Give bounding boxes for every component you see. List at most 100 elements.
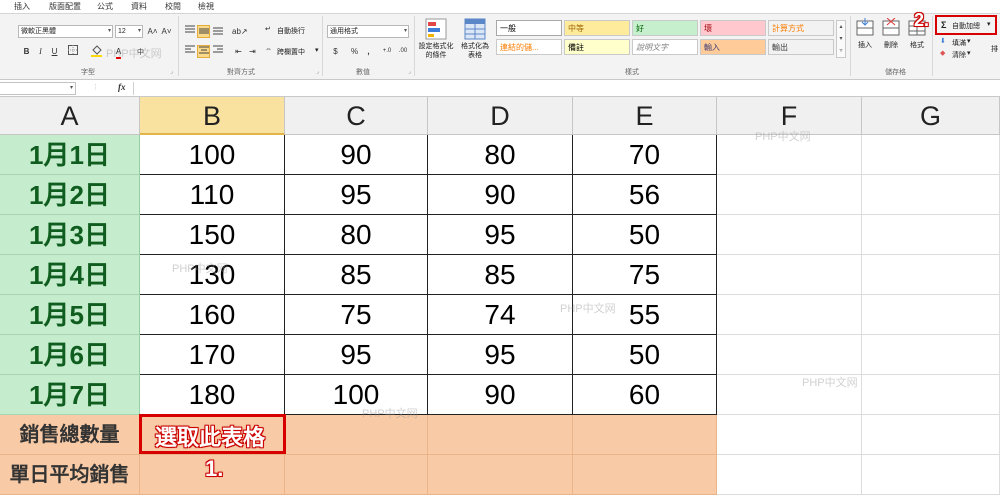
value-cell[interactable]: 70 [573, 135, 717, 175]
number-format-select[interactable]: 通用格式 ▾ [327, 25, 409, 38]
empty-cell[interactable] [862, 455, 1000, 495]
value-cell[interactable]: 180 [140, 375, 285, 415]
shrink-font-button[interactable]: A˅ [160, 25, 173, 38]
align-center-button[interactable] [197, 45, 210, 58]
gallery-scroll[interactable]: ▴ ▾ ▿ [836, 20, 846, 58]
number-dialog-launcher-icon[interactable]: ⌟ [408, 68, 411, 75]
empty-cell[interactable] [862, 175, 1000, 215]
summary-value-cell[interactable] [428, 455, 573, 495]
value-cell[interactable]: 160 [140, 295, 285, 335]
cell-style-6[interactable]: 備註 [564, 39, 630, 55]
value-cell[interactable]: 50 [573, 215, 717, 255]
empty-cell[interactable] [862, 135, 1000, 175]
empty-cell[interactable] [862, 255, 1000, 295]
value-cell[interactable]: 55 [573, 295, 717, 335]
value-cell[interactable]: 150 [140, 215, 285, 255]
value-cell[interactable]: 90 [428, 375, 573, 415]
fill-button[interactable]: ⬇ 填滿 ▾ [940, 37, 990, 48]
column-header-a[interactable]: A [0, 97, 140, 135]
empty-cell[interactable] [862, 375, 1000, 415]
empty-cell[interactable] [717, 295, 862, 335]
value-cell[interactable]: 100 [140, 135, 285, 175]
value-cell[interactable]: 90 [428, 175, 573, 215]
date-cell[interactable]: 1月1日 [0, 135, 140, 175]
underline-button[interactable]: U [48, 45, 61, 58]
value-cell[interactable]: 95 [285, 335, 428, 375]
date-cell[interactable]: 1月2日 [0, 175, 140, 215]
empty-cell[interactable] [717, 375, 862, 415]
alignment-dialog-launcher-icon[interactable]: ⌟ [316, 68, 319, 75]
summary-value-cell[interactable] [285, 455, 428, 495]
increase-decimal-button[interactable]: +.0 [380, 45, 394, 58]
align-right-button[interactable] [211, 45, 224, 58]
value-cell[interactable]: 60 [573, 375, 717, 415]
comma-button[interactable]: , [362, 45, 375, 58]
summary-value-cell[interactable] [428, 415, 573, 455]
summary-value-cell[interactable] [285, 415, 428, 455]
empty-cell[interactable] [862, 295, 1000, 335]
column-header-d[interactable]: D [428, 97, 573, 135]
decrease-indent-button[interactable]: ⇤ [232, 45, 245, 58]
value-cell[interactable]: 74 [428, 295, 573, 335]
value-cell[interactable]: 75 [573, 255, 717, 295]
empty-cell[interactable] [862, 415, 1000, 455]
empty-cell[interactable] [717, 335, 862, 375]
cell-style-2[interactable]: 好 [632, 20, 698, 36]
empty-cell[interactable] [862, 215, 1000, 255]
cell-style-5[interactable]: 連結的儲... [496, 39, 562, 55]
value-cell[interactable]: 85 [285, 255, 428, 295]
value-cell[interactable]: 80 [428, 135, 573, 175]
formula-input[interactable] [133, 82, 1000, 95]
value-cell[interactable]: 100 [285, 375, 428, 415]
empty-cell[interactable] [717, 255, 862, 295]
column-header-f[interactable]: F [717, 97, 862, 135]
cell-style-1[interactable]: 中等 [564, 20, 630, 36]
date-cell[interactable]: 1月5日 [0, 295, 140, 335]
sort-filter-partial-label[interactable]: 排 [991, 44, 998, 54]
date-cell[interactable]: 1月3日 [0, 215, 140, 255]
insert-cells-button[interactable]: 插入 [854, 18, 876, 58]
cell-style-0[interactable]: 一般 [496, 20, 562, 36]
column-header-c[interactable]: C [285, 97, 428, 135]
tab-formulas[interactable]: 公式 [97, 1, 113, 12]
column-header-e[interactable]: E [573, 97, 717, 135]
empty-cell[interactable] [717, 215, 862, 255]
value-cell[interactable]: 130 [140, 255, 285, 295]
font-dialog-launcher-icon[interactable]: ⌟ [170, 68, 173, 75]
value-cell[interactable]: 90 [285, 135, 428, 175]
font-size-select[interactable]: 12 ▾ [115, 25, 143, 38]
align-left-button[interactable] [183, 45, 196, 58]
name-box[interactable]: ▾ [0, 82, 76, 95]
bold-button[interactable]: B [20, 45, 33, 58]
tab-page-layout[interactable]: 版面配置 [49, 1, 81, 12]
summary-label-cell[interactable]: 銷售總數量 [0, 415, 140, 455]
font-color-button[interactable]: A [112, 45, 125, 59]
phonetic-button[interactable]: 中 [134, 45, 147, 58]
fill-color-button[interactable] [90, 45, 103, 58]
cell-style-8[interactable]: 輸入 [700, 39, 766, 55]
cell-style-7[interactable]: 說明文字 [632, 39, 698, 55]
tab-insert[interactable]: 插入 [14, 1, 30, 12]
value-cell[interactable]: 50 [573, 335, 717, 375]
delete-cells-button[interactable]: 刪除 [880, 18, 902, 58]
date-cell[interactable]: 1月7日 [0, 375, 140, 415]
summary-label-cell[interactable]: 單日平均銷售 [0, 455, 140, 495]
tab-review[interactable]: 校閱 [165, 1, 181, 12]
empty-cell[interactable] [717, 415, 862, 455]
empty-cell[interactable] [717, 455, 862, 495]
cell-style-4[interactable]: 計算方式 [768, 20, 834, 36]
fx-icon[interactable]: fx [118, 82, 126, 92]
empty-cell[interactable] [717, 175, 862, 215]
decrease-decimal-button[interactable]: .00 [396, 45, 410, 58]
cell-style-3[interactable]: 壞 [700, 20, 766, 36]
empty-cell[interactable] [717, 135, 862, 175]
value-cell[interactable]: 170 [140, 335, 285, 375]
value-cell[interactable]: 80 [285, 215, 428, 255]
value-cell[interactable]: 110 [140, 175, 285, 215]
align-bottom-button[interactable] [211, 25, 224, 38]
value-cell[interactable]: 85 [428, 255, 573, 295]
summary-value-cell[interactable] [573, 455, 717, 495]
column-header-b[interactable]: B [140, 97, 285, 135]
clear-button[interactable]: ◆ 清除 ▾ [940, 49, 990, 60]
tab-view[interactable]: 檢視 [198, 1, 214, 12]
